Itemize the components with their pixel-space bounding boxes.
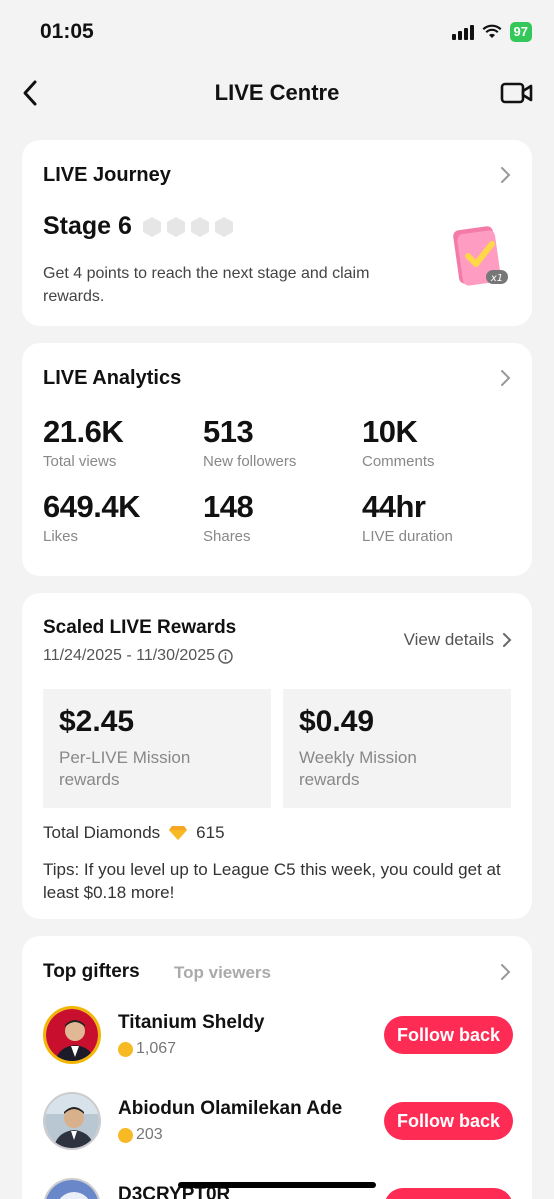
stat-total-views: 21.6K Total views xyxy=(43,413,203,470)
status-icons: 97 xyxy=(451,22,532,42)
journey-title: LIVE Journey xyxy=(43,164,171,186)
gifter-name: Abiodun Olamilekan Ade xyxy=(118,1098,343,1119)
stat-value: 513 xyxy=(203,414,254,449)
diamonds-label: Total Diamonds xyxy=(43,823,161,842)
avatar[interactable] xyxy=(43,1178,101,1199)
stat-value: 148 xyxy=(203,489,254,524)
page-title: LIVE Centre xyxy=(214,80,340,105)
rewards-title: Scaled LIVE Rewards xyxy=(43,617,237,638)
stat-label: New followers xyxy=(203,453,297,470)
hexagon-icon xyxy=(166,216,185,237)
view-details-label: View details xyxy=(403,630,494,649)
signal-icon xyxy=(451,24,474,40)
reward-label: Weekly Mission rewards xyxy=(299,748,417,789)
stat-shares: 148 Shares xyxy=(203,488,362,545)
chevron-right-icon[interactable] xyxy=(498,368,512,388)
wifi-icon xyxy=(482,24,502,38)
stage-title: Stage 6 xyxy=(43,212,132,240)
analytics-stats: 21.6K Total views 513 New followers 10K … xyxy=(43,413,513,545)
coin-count: 1,067 xyxy=(136,1040,177,1057)
stat-live-duration: 44hr LIVE duration xyxy=(362,488,512,545)
diamonds-value: 615 xyxy=(196,823,225,842)
video-camera-icon[interactable] xyxy=(500,80,534,106)
coin-count: 203 xyxy=(136,1126,163,1143)
follow-back-button[interactable]: Follow back xyxy=(384,1102,513,1140)
gifter-row[interactable]: Abiodun Olamilekan Ade 203 Follow back xyxy=(43,1092,513,1154)
nav-bar: LIVE Centre xyxy=(0,66,554,122)
stat-value: 10K xyxy=(362,414,418,449)
diamond-icon xyxy=(169,826,188,840)
total-diamonds: Total Diamonds 615 xyxy=(43,823,225,843)
stat-label: Total views xyxy=(43,453,117,470)
live-journey-card[interactable]: LIVE Journey Stage 6 Get 4 points to rea… xyxy=(22,140,532,326)
journey-description: Get 4 points to reach the next stage and… xyxy=(43,265,370,305)
per-live-reward-box: $2.45 Per-LIVE Mission rewards xyxy=(43,689,271,808)
stat-value: 44hr xyxy=(362,489,426,524)
gifter-coins: 1,067 xyxy=(118,1040,176,1058)
status-bar: 01:05 97 xyxy=(0,0,554,66)
rewards-dates: 11/24/2025 - 11/30/2025 xyxy=(43,647,233,665)
gifter-coins: 203 xyxy=(118,1126,163,1144)
home-indicator xyxy=(178,1182,376,1188)
chevron-right-icon[interactable] xyxy=(498,165,512,185)
reward-label: Per-LIVE Mission rewards xyxy=(59,748,191,789)
coin-icon xyxy=(118,1127,133,1143)
info-icon[interactable] xyxy=(218,648,233,664)
stat-value: 649.4K xyxy=(43,489,140,524)
follow-back-button[interactable]: Follow back xyxy=(384,1016,513,1054)
stat-comments: 10K Comments xyxy=(362,413,512,470)
status-time: 01:05 xyxy=(40,20,94,43)
hexagon-icon xyxy=(190,216,209,237)
stage-progress xyxy=(142,216,234,238)
chevron-right-icon xyxy=(503,633,512,647)
chevron-right-icon[interactable] xyxy=(498,962,512,982)
analytics-title: LIVE Analytics xyxy=(43,367,182,389)
tab-top-viewers[interactable]: Top viewers xyxy=(174,963,271,983)
reward-amount: $0.49 xyxy=(299,705,375,738)
hexagon-icon xyxy=(214,216,233,237)
stat-label: Shares xyxy=(203,528,251,545)
scaled-rewards-card: Scaled LIVE Rewards 11/24/2025 - 11/30/2… xyxy=(22,593,532,919)
top-gifters-card: Top gifters Top viewers Titanium Sheldy … xyxy=(22,936,532,1199)
stat-likes: 649.4K Likes xyxy=(43,488,203,545)
stat-new-followers: 513 New followers xyxy=(203,413,362,470)
reward-amount: $2.45 xyxy=(59,705,135,738)
hexagon-icon xyxy=(142,216,161,237)
follow-back-button[interactable] xyxy=(384,1188,513,1199)
badge-count: x1 xyxy=(490,273,503,284)
avatar[interactable] xyxy=(43,1006,101,1064)
gifter-row[interactable]: Titanium Sheldy 1,067 Follow back xyxy=(43,1006,513,1068)
battery-indicator: 97 xyxy=(509,22,532,42)
stat-label: LIVE duration xyxy=(362,528,453,545)
avatar[interactable] xyxy=(43,1092,101,1150)
stat-label: Likes xyxy=(43,528,79,545)
weekly-reward-box: $0.49 Weekly Mission rewards xyxy=(283,689,511,808)
tab-top-gifters[interactable]: Top gifters xyxy=(43,961,140,983)
gifter-name: Titanium Sheldy xyxy=(118,1012,265,1033)
stat-value: 21.6K xyxy=(43,414,124,449)
date-range: 11/24/2025 - 11/30/2025 xyxy=(43,647,215,664)
reward-card-icon: x1 xyxy=(453,226,508,286)
stage-row: Stage 6 xyxy=(43,212,234,241)
stat-label: Comments xyxy=(362,453,435,470)
view-details-link[interactable]: View details xyxy=(404,630,512,650)
coin-icon xyxy=(118,1041,133,1057)
tips-text: Tips: If you level up to League C5 this … xyxy=(43,860,501,902)
live-analytics-card[interactable]: LIVE Analytics 21.6K Total views 513 New… xyxy=(22,343,532,576)
